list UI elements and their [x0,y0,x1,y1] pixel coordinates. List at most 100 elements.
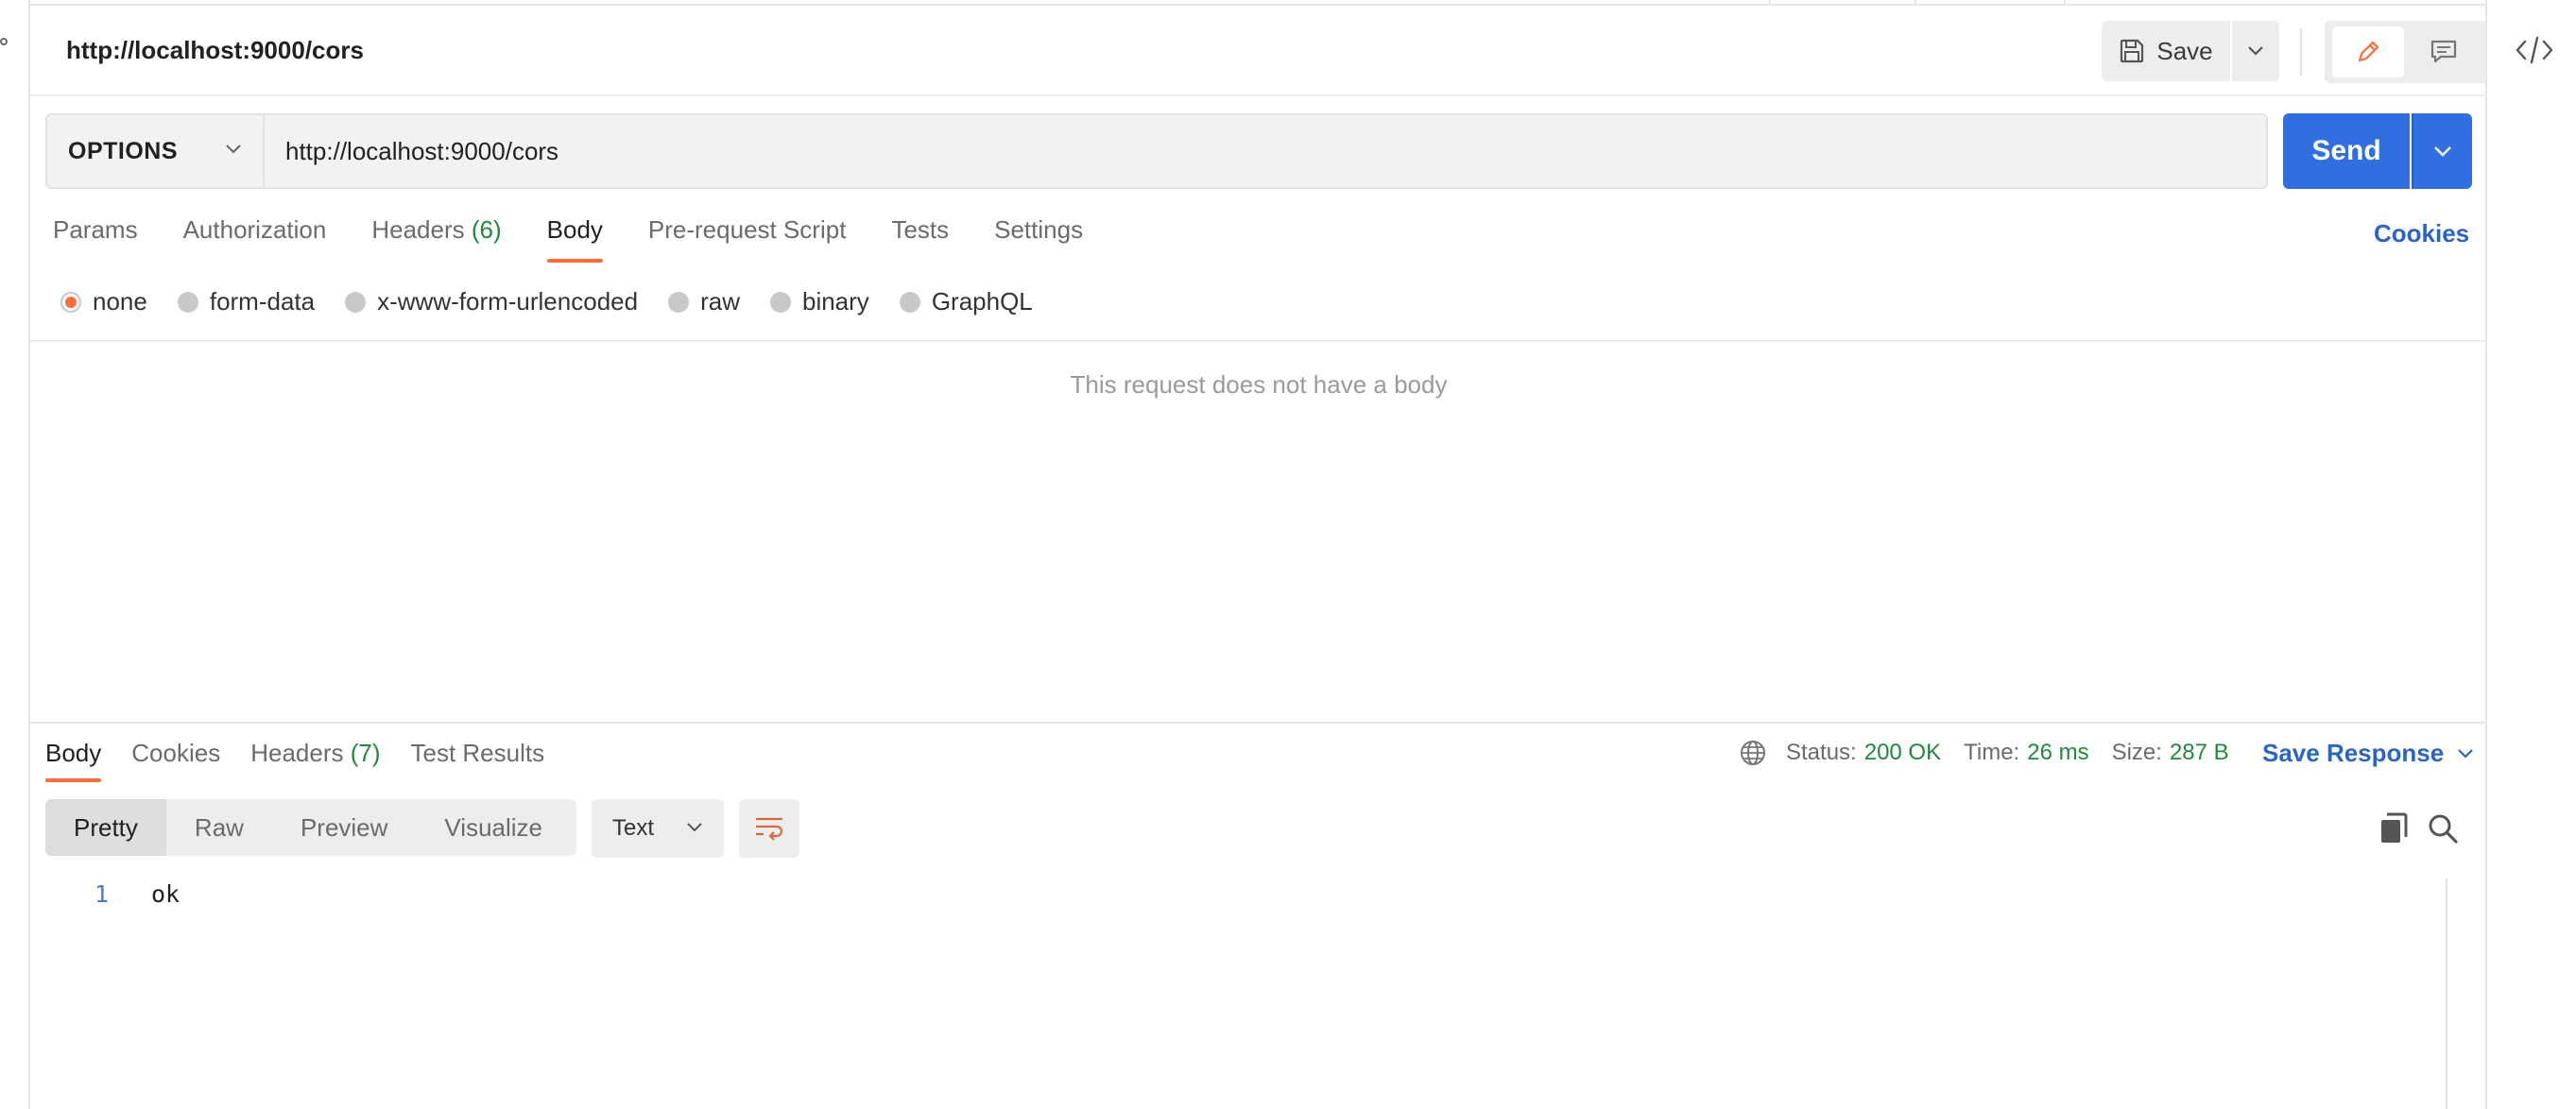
collapsed-sidebar-icon[interactable] [0,38,8,45]
response-body-line[interactable]: ok [151,880,180,908]
body-type-binary[interactable]: binary [769,287,869,316]
request-header: http://localhost:9000/cors Save [30,6,2487,96]
response-tab-test-results[interactable]: Test Results [411,739,545,784]
tab-label: Settings [994,215,1084,244]
response-format-tabs: Pretty Raw Preview Visualize [45,799,576,856]
cookies-link[interactable]: Cookies [2374,219,2469,248]
size-value[interactable]: 287 B [2170,740,2229,766]
save-response-button[interactable]: Save Response [2262,739,2474,768]
body-type-urlencoded[interactable]: x-www-form-urlencoded [345,287,638,316]
tab-label: Test Results [410,739,545,767]
language-label: Text [612,815,655,841]
radio-label: binary [801,287,869,316]
radio-icon[interactable] [668,291,690,313]
tab-params[interactable]: Params [53,215,138,266]
radio-label: raw [700,287,740,316]
chevron-down-icon [2248,46,2263,56]
method-select[interactable]: OPTIONS [45,113,263,189]
response-tabs: Body Cookies Headers (7) Test Results [45,739,575,784]
tab-label: Headers [371,215,465,244]
save-button[interactable]: Save [2102,21,2230,81]
radio-label: x-www-form-urlencoded [377,287,639,316]
tab-label: Cookies [131,739,221,767]
comment-mode-button[interactable] [2408,26,2480,77]
postman-window: http://localhost:9000/cors Save OPTIONS … [0,0,2576,1109]
mode-toggle [2325,21,2487,83]
tab-label: Pre-request Script [647,215,847,244]
line-number: 1 [94,880,110,908]
response-divider[interactable] [30,722,2485,724]
send-button[interactable]: Send [2283,113,2410,189]
format-preview[interactable]: Preview [272,799,416,856]
comment-icon [2430,40,2457,63]
edit-mode-button[interactable] [2332,26,2404,77]
wrap-lines-button[interactable] [739,799,799,858]
save-response-label: Save Response [2262,739,2445,767]
request-title[interactable]: http://localhost:9000/cors [66,36,364,65]
response-meta: Status: 200 OK Time: 26 ms Size: 287 B [1739,739,2252,767]
status-value[interactable]: 200 OK [1864,740,1941,766]
tab-label: Headers [250,739,344,767]
body-type-none[interactable]: none [60,287,147,316]
radio-label: none [93,287,147,316]
tab-authorization[interactable]: Authorization [183,215,327,266]
size-label: Size: [2111,740,2162,765]
tab-label: Body [45,739,102,767]
time-label: Time: [1964,740,2020,765]
radio-icon[interactable] [899,291,920,313]
save-label: Save [2156,36,2213,65]
radio-icon[interactable] [769,291,791,313]
section-divider [30,340,2485,342]
format-visualize[interactable]: Visualize [416,799,571,856]
editor-scrollbar[interactable] [2446,879,2468,1109]
radio-label: GraphQL [931,287,1033,316]
status-label: Status: [1786,740,1857,765]
empty-body-message: This request does not have a body [1070,370,1448,399]
copy-icon[interactable] [2379,812,2410,845]
save-options-button[interactable] [2232,21,2279,81]
body-type-raw[interactable]: raw [668,287,740,316]
body-type-options: none form-data x-www-form-urlencoded raw… [60,287,1063,316]
body-type-graphql[interactable]: GraphQL [899,287,1033,316]
url-input[interactable]: http://localhost:9000/cors [263,113,2268,189]
header-divider [2300,28,2302,76]
tab-tests[interactable]: Tests [891,215,949,266]
response-headers-count: (7) [350,739,381,767]
chevron-down-icon [687,823,702,832]
chevron-down-icon [226,145,241,154]
response-tab-headers[interactable]: Headers (7) [250,739,380,784]
save-icon [2121,39,2144,63]
chevron-down-icon [2434,146,2451,157]
search-icon[interactable] [2427,812,2459,845]
radio-icon[interactable] [345,291,367,313]
language-select[interactable]: Text [592,799,724,858]
body-type-form-data[interactable]: form-data [177,287,316,316]
radio-icon[interactable] [177,291,198,313]
radio-icon[interactable] [60,291,81,313]
method-label: OPTIONS [68,137,179,164]
wrap-lines-icon [756,817,783,841]
tab-headers[interactable]: Headers (6) [371,215,501,266]
tab-label: Authorization [182,215,327,244]
tab-pre-request-script[interactable]: Pre-request Script [648,215,847,266]
send-options-button[interactable] [2412,113,2472,189]
format-raw[interactable]: Raw [166,799,272,856]
right-sidebar [2485,0,2576,1109]
request-tabs: Params Authorization Headers (6) Body Pr… [53,215,1128,266]
pencil-icon [2358,41,2379,62]
globe-icon[interactable] [1739,739,1767,767]
response-tab-cookies[interactable]: Cookies [131,739,220,784]
radio-label: form-data [209,287,316,316]
tab-body[interactable]: Body [546,215,604,266]
tab-label: Body [546,215,603,244]
tab-settings[interactable]: Settings [994,215,1083,266]
time-value[interactable]: 26 ms [2027,740,2088,766]
save-group: Save [2102,21,2279,81]
tab-label: Params [53,215,138,244]
left-sidebar-edge [0,0,30,1109]
code-snippet-icon[interactable] [2516,34,2553,66]
chevron-down-icon [2458,748,2473,759]
headers-count: (6) [471,215,502,244]
format-pretty[interactable]: Pretty [45,799,166,856]
response-tab-body[interactable]: Body [45,739,102,784]
